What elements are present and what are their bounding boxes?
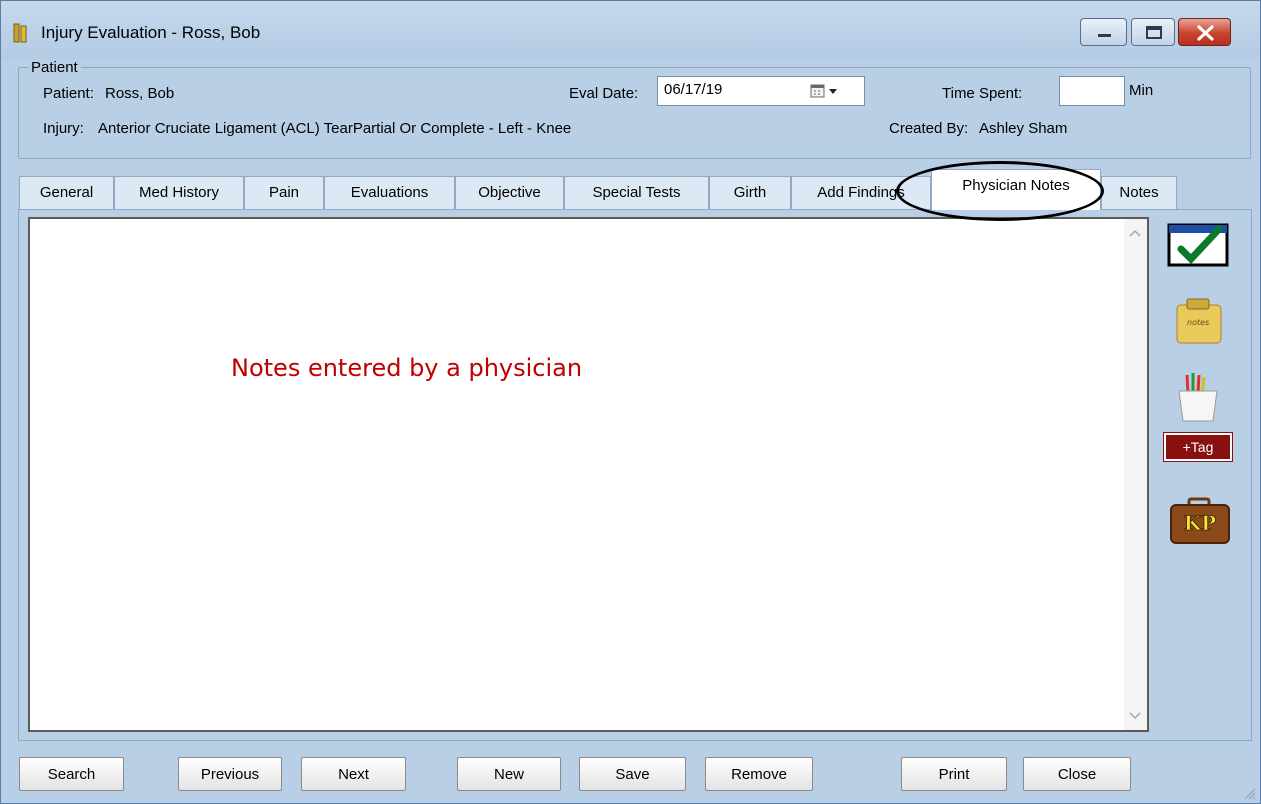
injury-value: Anterior Cruciate Ligament (ACL) TearPar…: [98, 120, 572, 137]
tab-objective[interactable]: Objective: [455, 176, 564, 209]
app-icon: [13, 23, 27, 43]
add-tag-button[interactable]: +Tag: [1163, 432, 1233, 462]
search-button-label: Search: [47, 766, 96, 783]
kp-briefcase-icon[interactable]: KP: [1169, 497, 1231, 545]
injury-label: Injury:: [43, 120, 84, 137]
tab-label: Evaluations: [350, 184, 429, 201]
previous-button-label: Previous: [200, 766, 260, 783]
eval-date-value: 06/17/19: [664, 81, 723, 98]
time-spent-label: Time Spent:: [942, 85, 1023, 102]
tab-general[interactable]: General: [19, 176, 114, 209]
close-button-label: Close: [1057, 766, 1097, 783]
title-bar[interactable]: Injury Evaluation - Ross, Bob: [1, 1, 1260, 59]
minimize-icon: [1098, 34, 1111, 37]
save-button-label: Save: [615, 766, 650, 783]
tab-label: Med History: [138, 184, 220, 201]
tab-med-history[interactable]: Med History: [114, 176, 244, 209]
time-unit-label: Min: [1129, 82, 1154, 99]
tab-label: Physician Notes: [962, 177, 1070, 194]
tab-special-tests[interactable]: Special Tests: [564, 176, 709, 209]
time-spent-input[interactable]: [1059, 76, 1125, 106]
patient-group-legend: Patient: [28, 59, 81, 76]
tab-label: Girth: [733, 184, 767, 201]
resize-grip-icon[interactable]: [1241, 785, 1257, 801]
tab-notes[interactable]: Notes: [1101, 176, 1177, 209]
next-button[interactable]: Next: [301, 757, 406, 791]
scroll-up-icon: [1129, 229, 1141, 237]
scroll-arrows: [1129, 229, 1141, 720]
close-window-button[interactable]: [1178, 18, 1231, 46]
pencil-cup-icon[interactable]: [1173, 371, 1223, 423]
created-by-label: Created By:: [889, 120, 969, 137]
close-button[interactable]: Close: [1023, 757, 1131, 791]
injury-evaluation-window: Injury Evaluation - Ross, Bob Patient Pa…: [0, 0, 1261, 804]
tab-label: Notes: [1119, 184, 1159, 201]
tab-label: General: [39, 184, 94, 201]
notes-pad-icon[interactable]: notes: [1173, 297, 1225, 345]
maximize-icon: [1146, 26, 1162, 39]
close-icon: [1197, 25, 1214, 41]
calendar-dropdown-icon[interactable]: [810, 83, 846, 99]
tab-label: Objective: [478, 184, 541, 201]
minimize-button[interactable]: [1080, 18, 1127, 46]
window-title: Injury Evaluation - Ross, Bob: [41, 23, 261, 42]
new-button-label: New: [493, 766, 524, 783]
add-tag-label: +Tag: [1182, 439, 1214, 455]
vertical-scrollbar[interactable]: [1124, 219, 1147, 730]
search-button[interactable]: Search: [19, 757, 124, 791]
patient-name-value: Ross, Bob: [105, 85, 175, 102]
print-button[interactable]: Print: [901, 757, 1007, 791]
tab-label: Special Tests: [592, 184, 681, 201]
tab-label: Pain: [268, 184, 300, 201]
eval-date-label: Eval Date:: [569, 85, 639, 102]
remove-button-label: Remove: [731, 766, 787, 783]
new-button[interactable]: New: [457, 757, 561, 791]
tab-girth[interactable]: Girth: [709, 176, 791, 209]
scroll-down-icon: [1129, 712, 1141, 720]
previous-button[interactable]: Previous: [178, 757, 282, 791]
tab-add-findings[interactable]: Add Findings: [791, 176, 931, 209]
remove-button[interactable]: Remove: [705, 757, 813, 791]
tab-pain[interactable]: Pain: [244, 176, 324, 209]
save-button[interactable]: Save: [579, 757, 686, 791]
eval-date-picker[interactable]: 06/17/19: [657, 76, 865, 106]
tab-label: Add Findings: [817, 184, 905, 201]
annotation-text: Notes entered by a physician: [231, 354, 583, 382]
maximize-button[interactable]: [1131, 18, 1175, 46]
print-button-label: Print: [938, 766, 970, 783]
tab-evaluations[interactable]: Evaluations: [324, 176, 455, 209]
tab-physician-notes[interactable]: Physician Notes: [931, 169, 1101, 210]
kp-label: KP: [1184, 511, 1216, 535]
created-by-value: Ashley Sham: [979, 120, 1068, 137]
physician-notes-textarea[interactable]: [28, 217, 1149, 732]
checklist-icon[interactable]: [1167, 221, 1231, 267]
next-button-label: Next: [338, 766, 369, 783]
patient-label: Patient:: [43, 85, 94, 102]
notes-pad-label: notes: [1187, 318, 1209, 327]
